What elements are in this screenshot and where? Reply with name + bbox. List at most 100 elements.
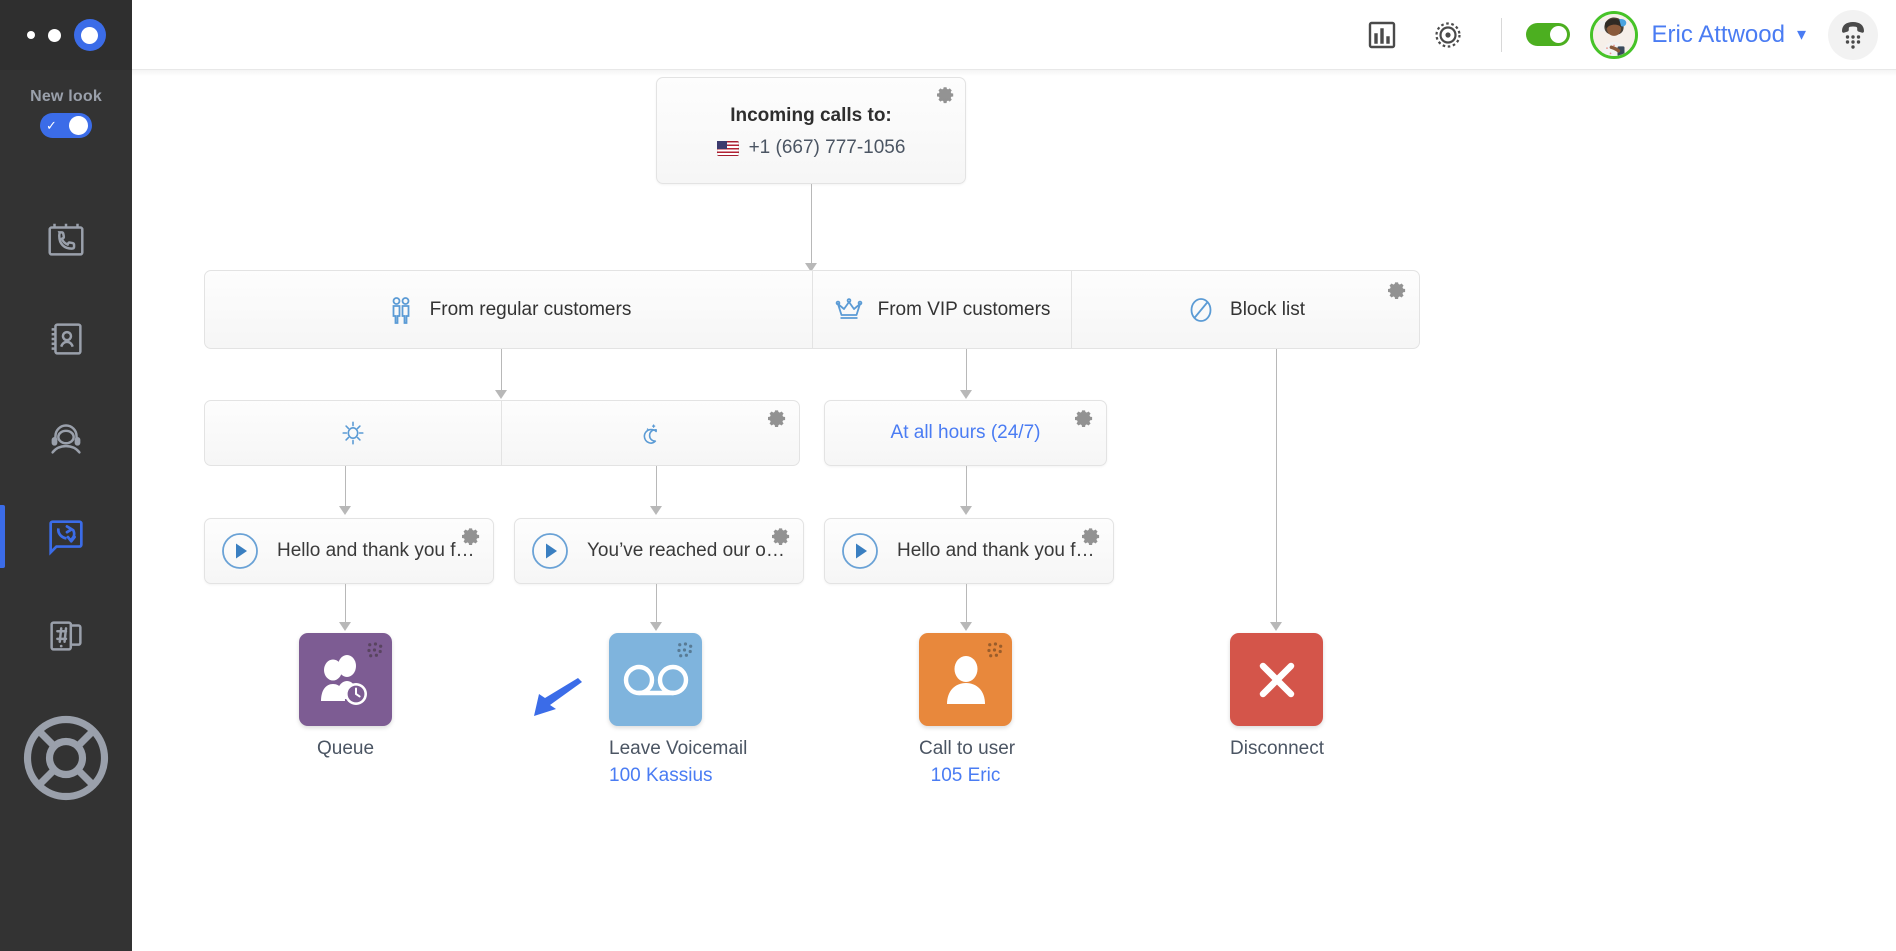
sidebar-item-call-flows[interactable] (0, 487, 132, 586)
customer-segments-row: From regular customers From VIP customer… (204, 270, 1420, 349)
sidebar-item-call-history[interactable] (0, 190, 132, 289)
incoming-calls-title: Incoming calls to: (730, 105, 892, 126)
connector-queue-arrow (339, 622, 351, 631)
call-to-user-tile[interactable] (919, 633, 1012, 726)
bar-chart-icon (1368, 21, 1395, 48)
greeting-node-allhours[interactable]: Hello and thank you f… (824, 518, 1114, 584)
schedule-all-hours[interactable]: At all hours (24/7) (824, 400, 1107, 466)
action-disconnect[interactable]: Disconnect (1230, 633, 1324, 760)
brand-logo[interactable] (0, 0, 132, 70)
gear-icon[interactable] (1388, 281, 1407, 300)
drag-handle-icon[interactable] (985, 641, 1004, 660)
address-book-icon (51, 322, 82, 355)
toggle-knob (69, 116, 88, 135)
top-header: Eric Attwood ▾ (132, 0, 1896, 70)
greeting-node-night[interactable]: You’ve reached our o… (514, 518, 804, 584)
connector-allhours-arrow (960, 506, 972, 515)
queue-tile[interactable] (299, 633, 392, 726)
connector-day-arrow (339, 506, 351, 515)
new-look-toggle[interactable]: ✓ (40, 113, 92, 138)
action-leave-voicemail[interactable]: Leave Voicemail 100 Kassius (609, 633, 748, 787)
call-flow-canvas: Incoming calls to: +1 (667) 777-1056 Fro… (132, 70, 1896, 951)
sidebar-item-agents[interactable] (0, 388, 132, 487)
call-to-user-sub[interactable]: 105 Eric (919, 765, 1012, 787)
incoming-calls-number: +1 (667) 777-1056 (748, 137, 906, 158)
availability-toggle[interactable] (1525, 23, 1570, 46)
gear-icon[interactable] (772, 527, 791, 546)
greeting-allhours-text: Hello and thank you f… (897, 540, 1095, 561)
person-icon (946, 655, 985, 704)
pointer-arrow (534, 678, 582, 716)
gear-icon[interactable] (1082, 527, 1101, 546)
segment-regular-customers-label: From regular customers (429, 298, 632, 320)
connector-greeting-day-to-queue (345, 584, 346, 626)
segment-vip-customers[interactable]: From VIP customers (813, 270, 1072, 349)
us-flag-icon (716, 140, 739, 156)
canvas-top-shade (132, 70, 1896, 76)
connector-regular-arrow (495, 390, 507, 399)
connector-voicemail-arrow (650, 622, 662, 631)
dialpad-handset-icon (1842, 21, 1864, 49)
lifebuoy-icon (23, 715, 109, 801)
close-x-icon (1259, 662, 1294, 697)
sidebar-item-numbers[interactable] (0, 586, 132, 685)
disconnect-tile[interactable] (1230, 633, 1323, 726)
action-call-to-user[interactable]: Call to user 105 Eric (919, 633, 1016, 787)
play-icon[interactable] (531, 532, 569, 570)
headset-agent-icon (51, 423, 81, 454)
dialpad-button[interactable] (1828, 9, 1878, 60)
play-icon[interactable] (221, 532, 259, 570)
connector-block-arrow (1270, 622, 1282, 631)
connector-vip-arrow (960, 390, 972, 399)
greeting-node-day[interactable]: Hello and thank you f… (204, 518, 494, 584)
connector-night-to-greeting (656, 466, 657, 510)
action-queue[interactable]: Queue (299, 633, 392, 760)
connector-allhours-to-greeting (966, 466, 967, 510)
call-to-user-label: Call to user (919, 738, 1016, 759)
segment-regular-customers[interactable]: From regular customers (204, 270, 813, 349)
logo-dot-ring (73, 19, 106, 51)
connector-day-to-greeting (345, 466, 346, 510)
schedule-row-left (204, 400, 800, 466)
voicemail-label: Leave Voicemail (609, 738, 748, 759)
sidebar: New look ✓ (0, 0, 132, 951)
gear-icon[interactable] (462, 527, 481, 546)
connector-root (811, 184, 812, 267)
user-name[interactable]: Eric Attwood (1652, 21, 1785, 49)
segment-block-list[interactable]: Block list (1072, 270, 1420, 349)
avatar[interactable] (1589, 10, 1638, 59)
crown-icon (835, 297, 862, 319)
schedule-daytime[interactable] (204, 400, 502, 466)
chevron-down-icon[interactable]: ▾ (1797, 24, 1806, 45)
voicemail-icon (623, 664, 688, 695)
incoming-calls-node[interactable]: Incoming calls to: +1 (667) 777-1056 (656, 77, 966, 184)
toggle-knob (1549, 26, 1567, 43)
gear-icon[interactable] (937, 86, 955, 104)
gear-icon[interactable] (1075, 409, 1094, 428)
greeting-day-text: Hello and thank you f… (277, 540, 475, 561)
connector-night-arrow (650, 506, 662, 515)
connector-greeting-allhours-to-calluser (966, 584, 967, 626)
gear-target-icon (1434, 21, 1461, 48)
sidebar-item-help[interactable] (0, 715, 132, 801)
sun-icon (342, 421, 364, 445)
voicemail-tile[interactable] (609, 633, 702, 726)
play-icon[interactable] (841, 532, 879, 570)
check-icon: ✓ (46, 118, 57, 133)
sidebar-item-contacts[interactable] (0, 289, 132, 388)
drag-handle-icon[interactable] (675, 641, 694, 660)
connector-regular-to-hours (501, 349, 502, 394)
logo-dot-medium (47, 28, 61, 42)
voicemail-sub[interactable]: 100 Kassius (609, 765, 713, 787)
schedule-nighttime[interactable] (502, 400, 800, 466)
gear-icon[interactable] (768, 409, 787, 428)
stats-button[interactable] (1359, 12, 1405, 58)
disconnect-label: Disconnect (1230, 738, 1324, 759)
queue-label: Queue (316, 738, 375, 759)
new-look-label: New look (30, 88, 102, 105)
new-look-switch[interactable]: New look ✓ (0, 70, 132, 138)
drag-handle-icon[interactable] (365, 641, 384, 660)
sidebar-nav (0, 190, 132, 685)
schedule-all-hours-label: At all hours (24/7) (890, 422, 1041, 443)
settings-button[interactable] (1425, 12, 1471, 58)
